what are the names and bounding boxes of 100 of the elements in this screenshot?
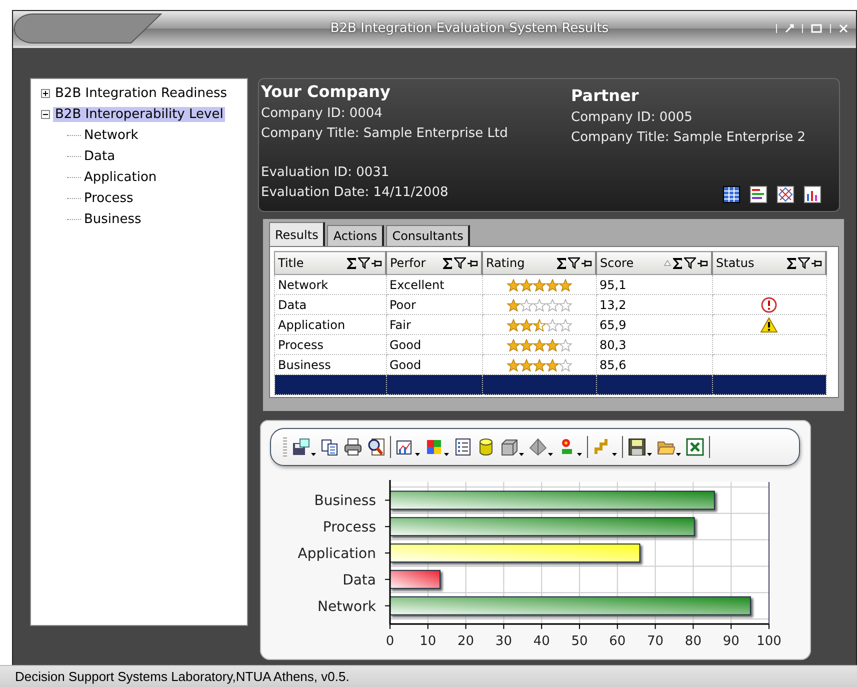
table-cell: Good bbox=[386, 334, 482, 354]
caret-icon[interactable] bbox=[415, 453, 420, 456]
table-cell: Process bbox=[274, 334, 386, 354]
star-icon bbox=[558, 338, 572, 352]
table-cell: Network bbox=[274, 274, 386, 294]
bar-list-icon[interactable] bbox=[750, 186, 767, 203]
magnifier-icon[interactable] bbox=[367, 438, 385, 456]
caret-icon[interactable] bbox=[676, 453, 681, 456]
bar bbox=[390, 570, 441, 589]
tree-item[interactable]: B2B Interoperability Level bbox=[53, 107, 226, 122]
sum-icon[interactable] bbox=[556, 256, 567, 270]
filter-icon[interactable] bbox=[684, 257, 696, 269]
tree-item[interactable]: Process bbox=[82, 191, 136, 206]
caret-icon[interactable] bbox=[519, 453, 524, 456]
filter-icon[interactable] bbox=[358, 257, 370, 269]
sum-icon[interactable] bbox=[346, 256, 357, 270]
table-cell: 65,9 bbox=[596, 314, 712, 334]
table-cell: Data bbox=[274, 294, 386, 314]
filter-icon[interactable] bbox=[454, 257, 466, 269]
column-label: Title bbox=[278, 256, 305, 270]
star-icon bbox=[506, 358, 520, 372]
evaluation-date: Evaluation Date: 14/11/2008 bbox=[261, 184, 450, 202]
column-label: Score bbox=[600, 256, 635, 270]
spreadsheet-icon[interactable] bbox=[686, 438, 704, 456]
collapse-icon[interactable] bbox=[41, 110, 50, 119]
table-cell: Application bbox=[274, 314, 386, 334]
tab[interactable]: Consultants bbox=[386, 225, 470, 246]
tick-label: 80 bbox=[684, 634, 702, 649]
star-icon bbox=[506, 318, 520, 332]
column-header[interactable]: Score bbox=[596, 252, 712, 274]
caret-icon[interactable] bbox=[612, 453, 617, 456]
company-id: Company ID: 0005 bbox=[571, 109, 694, 127]
pin-icon[interactable] bbox=[811, 258, 822, 268]
star-icon bbox=[520, 318, 532, 332]
star-icon bbox=[506, 338, 520, 352]
tab[interactable]: Results bbox=[269, 222, 326, 246]
pin-icon[interactable] bbox=[581, 258, 592, 268]
radar-chart-icon[interactable] bbox=[777, 186, 794, 203]
caret-icon[interactable] bbox=[548, 453, 553, 456]
table-icon[interactable] bbox=[723, 186, 740, 203]
caret-icon[interactable] bbox=[444, 453, 449, 456]
sum-icon[interactable] bbox=[786, 256, 797, 270]
table-cell: Fair bbox=[386, 314, 482, 334]
tick-label: 100 bbox=[756, 634, 782, 649]
column-label: Perfor bbox=[390, 256, 427, 270]
category-label: Data bbox=[342, 572, 376, 588]
pin-icon[interactable] bbox=[697, 258, 708, 268]
printer-icon[interactable] bbox=[344, 438, 362, 456]
pyramid-icon[interactable] bbox=[529, 438, 547, 456]
tab[interactable]: Actions bbox=[327, 225, 384, 246]
category-label: Network bbox=[318, 598, 376, 615]
tick-label: 0 bbox=[386, 634, 394, 649]
evaluation-id: Evaluation ID: 0031 bbox=[261, 164, 390, 182]
star-icon bbox=[558, 318, 572, 332]
column-header[interactable]: Rating bbox=[482, 252, 596, 274]
pin-icon[interactable] bbox=[371, 258, 382, 268]
partner-heading: Partner bbox=[571, 86, 640, 105]
star-icon bbox=[506, 278, 520, 292]
category-label: Process bbox=[322, 520, 376, 536]
copy-icon[interactable] bbox=[321, 438, 339, 456]
caret-icon[interactable] bbox=[311, 453, 316, 456]
cylinder-icon[interactable] bbox=[477, 438, 495, 456]
pin-icon[interactable] bbox=[467, 258, 478, 268]
color-grid-icon[interactable] bbox=[425, 438, 443, 456]
new-row[interactable] bbox=[274, 374, 826, 394]
window-title: B2B Integration Evaluation System Results bbox=[329, 21, 610, 36]
status-text: Decision Support Systems Laboratory,NTUA Athens, v0.5. bbox=[0, 665, 857, 687]
star-icon bbox=[558, 278, 572, 292]
legend-icon[interactable] bbox=[454, 438, 472, 456]
tree-item[interactable]: B2B Integration Readiness bbox=[53, 86, 230, 101]
caret-icon[interactable] bbox=[577, 453, 582, 456]
sum-icon[interactable] bbox=[672, 256, 683, 270]
column-header[interactable]: Title bbox=[274, 252, 386, 274]
caret-icon[interactable] bbox=[647, 453, 652, 456]
grip-icon[interactable] bbox=[283, 437, 287, 457]
column-label: Status bbox=[716, 256, 756, 270]
tree-item[interactable]: Application bbox=[82, 170, 159, 185]
chart-icon[interactable] bbox=[396, 438, 414, 456]
tree-item[interactable]: Data bbox=[82, 149, 118, 164]
company-id: Company ID: 0004 bbox=[261, 105, 384, 123]
sum-icon[interactable] bbox=[442, 256, 453, 270]
star-icon bbox=[506, 298, 520, 312]
star-icon bbox=[558, 298, 572, 312]
star-icon bbox=[546, 318, 558, 332]
tick-label: 40 bbox=[533, 634, 550, 649]
tree-item[interactable]: Business bbox=[82, 212, 144, 227]
expand-icon[interactable] bbox=[41, 89, 50, 98]
star-icon bbox=[520, 278, 532, 292]
star-icon bbox=[532, 358, 546, 372]
column-header[interactable]: Status bbox=[712, 252, 826, 274]
star-icon bbox=[532, 278, 546, 292]
cube-icon[interactable] bbox=[500, 438, 518, 456]
tree-item[interactable]: Network bbox=[82, 128, 140, 143]
filter-icon[interactable] bbox=[568, 257, 580, 269]
column-chart-icon[interactable] bbox=[804, 186, 821, 203]
table-cell: 80,3 bbox=[596, 334, 712, 354]
column-header[interactable]: Perfor bbox=[386, 252, 482, 274]
save-image-icon[interactable] bbox=[292, 438, 310, 456]
filter-icon[interactable] bbox=[798, 257, 810, 269]
company-title: Company Title: Sample Enterprise Ltd bbox=[261, 125, 509, 143]
